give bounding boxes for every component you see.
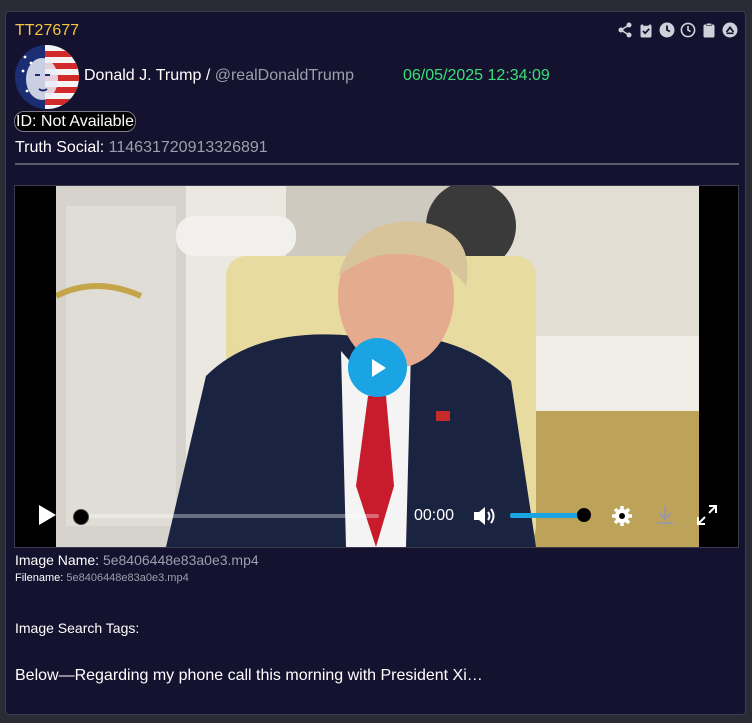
video-player[interactable]: 00:00 [14,185,739,548]
seek-bar[interactable] [73,509,379,525]
author: Donald J. Trump / @realDonaldTrump [84,67,354,85]
post-timestamp[interactable]: 06/05/2025 12:34:09 [403,67,550,85]
post-toolbar [616,21,739,39]
search-tags-label: Image Search Tags: [15,620,140,636]
current-time: 00:00 [414,507,455,524]
volume-button[interactable] [472,504,498,533]
avatar[interactable] [15,45,79,109]
post-id[interactable]: TT27677 [15,22,79,40]
author-handle[interactable]: @realDonaldTrump [215,67,354,84]
play-overlay-button[interactable] [348,338,407,397]
gear-icon [612,506,632,526]
seek-handle[interactable] [73,509,89,525]
image-name-line: Image Name: 5e8406448e83a0e3.mp4 [15,552,259,568]
clock-filled-icon[interactable] [658,21,676,39]
volume-handle[interactable] [577,508,591,522]
filename-line: Filename: 5e8406448e83a0e3.mp4 [15,572,189,584]
play-icon [371,358,386,377]
volume-slider[interactable] [510,513,586,518]
clipboard-check-icon[interactable] [637,21,655,39]
filename-label: Filename: [15,572,64,584]
download-icon [657,506,673,524]
clipboard-icon[interactable] [700,21,718,39]
truth-social-id[interactable]: 114631720913326891 [109,139,268,156]
post-card: TT27677 Donald J. Trump / @realDonaldTru… [5,11,746,715]
image-name[interactable]: 5e8406448e83a0e3.mp4 [103,552,259,568]
share-icon[interactable] [616,21,634,39]
post-caption: Below—Regarding my phone call this morni… [15,667,483,684]
settings-button[interactable] [611,505,633,532]
scroll-top-icon[interactable] [721,21,739,39]
fullscreen-icon [697,505,717,525]
id-badge: ID: Not Available [14,111,136,132]
filename[interactable]: 5e8406448e83a0e3.mp4 [66,572,188,584]
truth-social-id-line: Truth Social: 114631720913326891 [15,139,268,157]
author-name[interactable]: Donald J. Trump / [84,67,210,84]
divider [15,163,739,165]
play-button[interactable] [37,504,57,531]
download-button[interactable] [655,504,675,531]
truth-social-label: Truth Social: [15,139,105,156]
play-icon [39,505,56,525]
clock-outline-icon[interactable] [679,21,697,39]
image-name-label: Image Name: [15,552,100,568]
volume-icon [474,507,495,525]
fullscreen-button[interactable] [696,504,718,531]
